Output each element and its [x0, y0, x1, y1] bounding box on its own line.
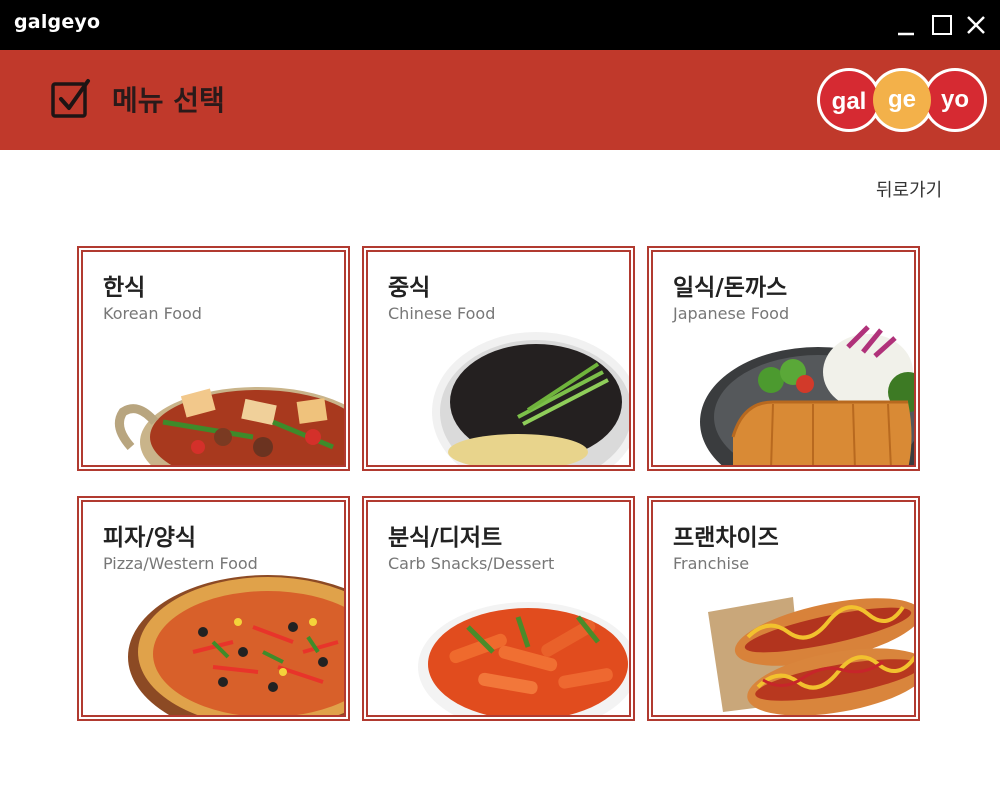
logo-part-yo: yo [941, 86, 969, 113]
maximize-icon [932, 15, 952, 35]
category-subtitle: Franchise [673, 554, 750, 573]
checkbox-check-icon [51, 79, 90, 118]
category-title: 피자/양식 [103, 525, 197, 551]
minimize-icon [898, 32, 914, 36]
brand-logo: gal ge yo [817, 68, 987, 132]
category-card-franchise[interactable]: 프랜차이즈 Franchise [647, 496, 920, 721]
category-card-chinese[interactable]: 중식 Chinese Food [362, 246, 635, 471]
category-title: 중식 [388, 275, 431, 301]
category-card-japanese[interactable]: 일식/돈까스 Japanese Food [647, 246, 920, 471]
logo-part-gal: gal [832, 88, 867, 115]
back-link[interactable]: 뒤로가기 [876, 176, 942, 202]
category-subtitle: Pizza/Western Food [103, 554, 258, 573]
category-title: 한식 [103, 275, 146, 301]
category-subtitle: Japanese Food [673, 304, 790, 323]
page-title: 메뉴 선택 [112, 84, 225, 117]
logo-part-ge: ge [888, 86, 916, 113]
category-subtitle: Korean Food [103, 304, 202, 323]
category-title: 일식/돈까스 [673, 275, 788, 301]
page-header: 메뉴 선택 gal ge yo [0, 50, 1000, 150]
close-button[interactable] [964, 13, 988, 37]
app-name: galgeyo [14, 11, 101, 33]
category-title: 분식/디저트 [388, 525, 503, 551]
minimize-button[interactable] [894, 13, 918, 37]
category-subtitle: Carb Snacks/Dessert [388, 554, 555, 573]
category-subtitle: Chinese Food [388, 304, 496, 323]
close-icon [967, 16, 985, 34]
window-titlebar: galgeyo [0, 0, 1000, 50]
category-card-pizza[interactable]: 피자/양식 Pizza/Western Food [77, 496, 350, 721]
category-card-snacks[interactable]: 분식/디저트 Carb Snacks/Dessert [362, 496, 635, 721]
category-title: 프랜차이즈 [673, 525, 779, 551]
maximize-button[interactable] [930, 13, 954, 37]
category-card-korean[interactable]: 한식 Korean Food [77, 246, 350, 471]
